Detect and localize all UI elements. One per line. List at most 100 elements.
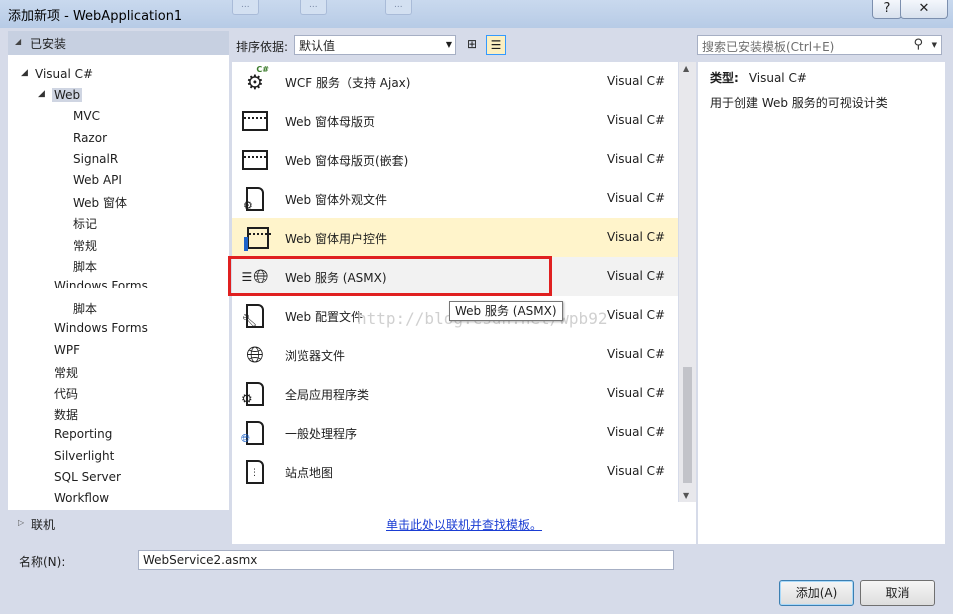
tree-item-label: Visual C# — [35, 67, 94, 81]
template-row[interactable]: Web 窗体用户控件 Visual C# — [232, 218, 678, 257]
tree-item-label: 数据 — [54, 408, 79, 423]
tree-item[interactable]: ◢ Web — [38, 88, 83, 103]
list-view-icon: ☰ — [490, 38, 502, 52]
tree-item[interactable]: 脚本 — [73, 300, 97, 317]
tree-item-label: Windows Forms — [54, 279, 148, 288]
grid-view-button[interactable]: ⊞ — [462, 35, 482, 55]
tree-item[interactable]: Reporting — [54, 427, 112, 441]
tree-item-label: 脚本 — [73, 259, 98, 274]
search-icon[interactable]: ⚲ — [913, 37, 923, 52]
sort-dropdown[interactable]: 默认值 ▼ — [294, 35, 456, 55]
scroll-up-icon[interactable]: ▲ — [683, 64, 689, 73]
online-header[interactable]: ▷ 联机 — [8, 512, 229, 536]
template-row[interactable]: ⚙ C# WCF 服务（支持 Ajax) Visual C# — [232, 62, 678, 101]
template-row[interactable]: 🌐︎ 一般处理程序 Visual C# — [232, 413, 678, 452]
tree-item-label: Silverlight — [54, 448, 115, 463]
chevron-down-icon: ▼ — [445, 40, 452, 49]
tree-item[interactable]: 代码 — [54, 385, 78, 402]
online-templates-link[interactable]: 单击此处以联机并查找模板。 — [386, 516, 542, 533]
template-name: 一般处理程序 — [285, 427, 358, 441]
handler-icon: 🌐︎ — [241, 420, 269, 446]
tree-item-label: MVC — [73, 109, 100, 124]
tree-item-label: 标记 — [73, 217, 98, 232]
tree-item[interactable]: Web API — [73, 173, 122, 187]
browser-file-icon: 🌐︎ — [246, 342, 264, 368]
cancel-button[interactable]: 取消 — [860, 580, 935, 606]
tree-item[interactable]: Workflow — [54, 491, 109, 505]
name-value: WebService2.asmx — [143, 553, 258, 567]
template-language: Visual C# — [607, 74, 666, 88]
tree-item[interactable]: Silverlight — [54, 449, 114, 463]
tree-item[interactable]: MVC — [73, 109, 100, 123]
tree-item-label: Web 窗体 — [73, 196, 127, 211]
tree-item-label: 常规 — [73, 238, 98, 253]
installed-header[interactable]: ◢ 已安装 — [8, 31, 229, 55]
background-tab: ... — [385, 0, 412, 15]
scroll-down-icon[interactable]: ▼ — [683, 491, 689, 500]
tree-item[interactable]: 常规 — [73, 237, 97, 254]
add-button[interactable]: 添加(A) — [779, 580, 854, 606]
sort-value: 默认值 — [299, 39, 336, 53]
grid-view-icon: ⊞ — [466, 37, 478, 51]
tree-item-label: Workflow — [54, 491, 110, 505]
tree-item[interactable]: SQL Server — [54, 470, 121, 484]
tree-item[interactable]: ◢ Visual C# — [21, 67, 94, 81]
template-row[interactable]: ⚙ Web 窗体外观文件 Visual C# — [232, 179, 678, 218]
template-name: Web 窗体母版页(嵌套) — [285, 154, 409, 168]
close-button[interactable]: ✕ — [900, 0, 948, 19]
selection-highlight-box — [228, 256, 552, 296]
details-panel: 类型: Visual C# 用于创建 Web 服务的可视设计类 — [698, 62, 945, 544]
tree-item[interactable]: Windows Forms — [54, 279, 148, 288]
tree-item[interactable]: 数据 — [54, 406, 78, 423]
tree-item[interactable]: SignalR — [73, 152, 118, 166]
template-description: 用于创建 Web 服务的可视设计类 — [710, 96, 888, 110]
search-input[interactable]: 搜索已安装模板(Ctrl+E) ⚲ ▼ — [697, 35, 942, 55]
user-control-icon — [241, 225, 271, 251]
template-language: Visual C# — [607, 152, 666, 166]
template-name: Web 窗体用户控件 — [285, 232, 387, 246]
help-button[interactable]: ? — [872, 0, 902, 19]
template-list-scrollbar[interactable]: ▲ ▼ — [679, 62, 696, 502]
tree-item-label: SQL Server — [54, 469, 121, 484]
tree-item[interactable]: 标记 — [73, 215, 97, 232]
tree-item[interactable]: Web 窗体 — [73, 194, 127, 211]
template-name: 站点地图 — [285, 466, 334, 480]
tree-item[interactable]: 脚本 — [73, 258, 97, 275]
online-label: 联机 — [31, 518, 56, 532]
global-app-icon: ⚙ — [241, 381, 269, 407]
tree-item[interactable]: Windows Forms — [54, 321, 148, 335]
template-language: Visual C# — [607, 464, 666, 478]
expand-triangle-icon: ▷ — [18, 518, 25, 527]
chevron-down-icon[interactable]: ▼ — [932, 41, 937, 49]
template-name: Web 窗体母版页 — [285, 115, 375, 129]
template-row[interactable]: Web 窗体母版页(嵌套) Visual C# — [232, 140, 678, 179]
template-language: Visual C# — [607, 230, 666, 244]
tree-expander-icon[interactable]: ◢ — [38, 89, 45, 99]
title-bar: 添加新项 - WebApplication1 ... ... ... ? ✕ — [0, 0, 953, 28]
scrollbar-thumb[interactable] — [683, 367, 692, 483]
name-field[interactable]: WebService2.asmx — [138, 550, 674, 570]
template-name: Web 配置文件 — [285, 310, 363, 324]
template-name: WCF 服务（支持 Ajax) — [285, 76, 411, 90]
sitemap-icon: ⋮ — [241, 459, 269, 485]
tree-item[interactable]: WPF — [54, 343, 80, 357]
tree-item-label: Razor — [73, 130, 108, 145]
template-name: 浏览器文件 — [285, 349, 346, 363]
template-row[interactable]: Web 窗体母版页 Visual C# — [232, 101, 678, 140]
category-tree[interactable]: ◢ Visual C# ◢ Web MVC Razor SignalR Web API Web … — [8, 55, 229, 510]
list-view-button[interactable]: ☰ — [486, 35, 506, 55]
config-file-icon: 🔧︎ — [241, 303, 269, 329]
template-row[interactable]: ⋮ 站点地图 Visual C# — [232, 452, 678, 491]
item-tooltip: Web 服务 (ASMX) — [449, 301, 563, 321]
tree-item-label: Web API — [73, 173, 122, 187]
type-line: 类型: Visual C# — [710, 69, 807, 86]
template-row[interactable]: 🌐︎ 浏览器文件 Visual C# — [232, 335, 678, 374]
tree-item-label: Windows Forms — [54, 321, 148, 336]
tree-item[interactable]: 常规 — [54, 364, 78, 381]
tree-item-label: 代码 — [54, 387, 79, 401]
tree-expander-icon[interactable]: ◢ — [21, 68, 28, 78]
template-language: Visual C# — [607, 425, 666, 439]
tree-item-label: Web — [54, 88, 81, 103]
tree-item[interactable]: Razor — [73, 131, 107, 145]
template-row[interactable]: ⚙ 全局应用程序类 Visual C# — [232, 374, 678, 413]
